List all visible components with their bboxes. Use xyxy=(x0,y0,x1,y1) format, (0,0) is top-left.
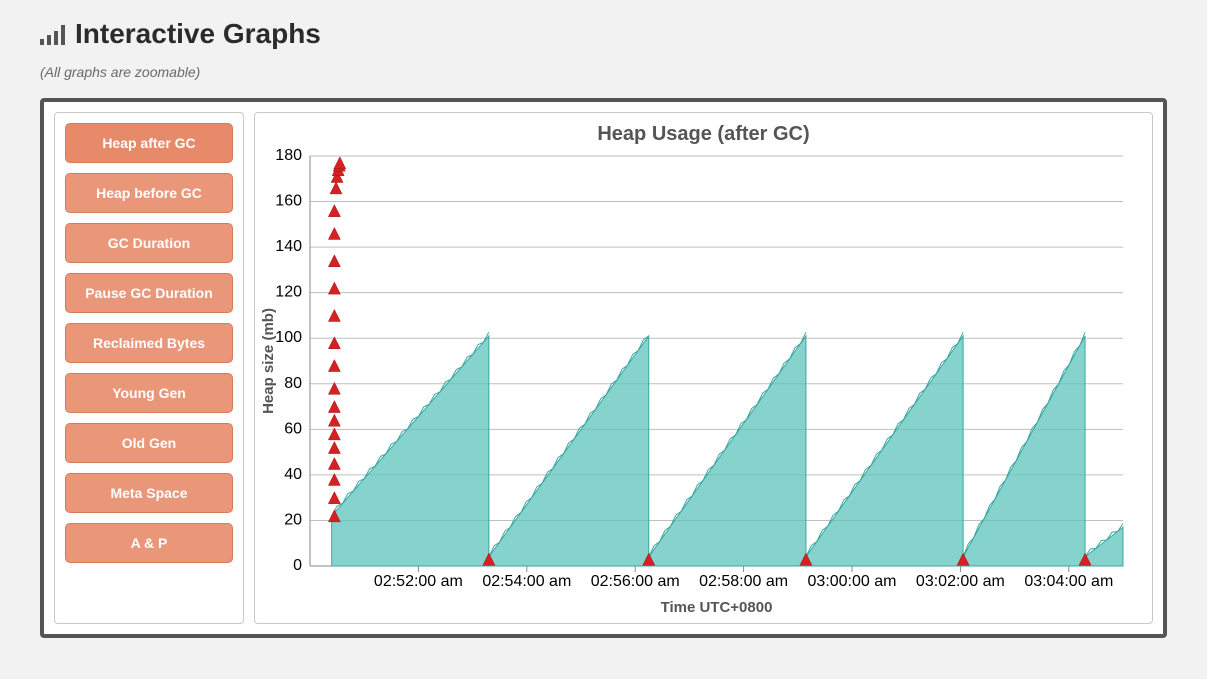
x-axis-label: Time UTC+0800 xyxy=(661,599,773,616)
sidebar-item-label: Heap after GC xyxy=(102,135,195,151)
sidebar-item-old-gen[interactable]: Old Gen xyxy=(65,423,233,463)
y-tick-label: 160 xyxy=(275,193,302,210)
chart-area[interactable]: Heap Usage (after GC) 0 20 40 60 80 100 120 140… xyxy=(254,112,1153,624)
sidebar-item-pause-gc-duration[interactable]: Pause GC Duration xyxy=(65,273,233,313)
x-tick-label: 03:04:00 am xyxy=(1024,573,1113,590)
page-title: Interactive Graphs xyxy=(75,18,321,50)
page-subtitle: (All graphs are zoomable) xyxy=(40,64,1167,80)
y-tick-label: 180 xyxy=(275,147,302,164)
x-tick-label: 02:52:00 am xyxy=(374,573,463,590)
sidebar-item-label: Heap before GC xyxy=(96,185,202,201)
y-tick-label: 40 xyxy=(284,466,302,483)
chart-svg[interactable]: 0 20 40 60 80 100 120 140 160 180 02:52:00 am 02:54… xyxy=(255,146,1135,624)
sidebar-item-label: Old Gen xyxy=(122,435,176,451)
x-tick-label: 02:56:00 am xyxy=(591,573,680,590)
triangle-marker xyxy=(328,492,340,504)
x-tick-label: 02:54:00 am xyxy=(482,573,571,590)
y-tick-label: 100 xyxy=(275,329,302,346)
y-tick-label: 20 xyxy=(284,511,302,528)
triangle-marker xyxy=(328,401,340,413)
y-tick-label: 80 xyxy=(284,375,302,392)
x-tick-label: 03:02:00 am xyxy=(916,573,1005,590)
sidebar-item-gc-duration[interactable]: GC Duration xyxy=(65,223,233,263)
bar-chart-icon xyxy=(40,23,65,45)
heap-area-series xyxy=(332,336,1123,566)
triangle-marker xyxy=(330,182,342,194)
sidebar-item-label: GC Duration xyxy=(108,235,190,251)
sidebar-item-a-p[interactable]: A & P xyxy=(65,523,233,563)
y-tick-label: 140 xyxy=(275,238,302,255)
sidebar-item-label: Pause GC Duration xyxy=(85,285,213,301)
sidebar-item-reclaimed-bytes[interactable]: Reclaimed Bytes xyxy=(65,323,233,363)
triangle-marker xyxy=(328,458,340,470)
triangle-marker xyxy=(328,255,340,267)
triangle-marker xyxy=(328,227,340,239)
triangle-marker xyxy=(328,414,340,426)
chart-selector-sidebar: Heap after GC Heap before GC GC Duration Pa… xyxy=(54,112,244,624)
chart-title: Heap Usage (after GC) xyxy=(255,123,1152,146)
triangle-marker xyxy=(334,157,346,169)
sidebar-item-meta-space[interactable]: Meta Space xyxy=(65,473,233,513)
graphs-panel: Heap after GC Heap before GC GC Duration Pa… xyxy=(40,98,1167,638)
y-tick-label: 0 xyxy=(293,557,302,574)
triangle-marker xyxy=(328,309,340,321)
triangle-marker xyxy=(328,442,340,454)
sidebar-item-heap-after-gc[interactable]: Heap after GC xyxy=(65,123,233,163)
triangle-marker xyxy=(328,205,340,217)
x-tick-label: 02:58:00 am xyxy=(699,573,788,590)
x-tick-label: 03:00:00 am xyxy=(808,573,897,590)
sidebar-item-young-gen[interactable]: Young Gen xyxy=(65,373,233,413)
y-tick-label: 60 xyxy=(284,420,302,437)
y-tick-label: 120 xyxy=(275,284,302,301)
sidebar-item-label: Reclaimed Bytes xyxy=(93,335,205,351)
triangle-marker xyxy=(328,360,340,372)
y-axis-label: Heap size (mb) xyxy=(260,308,277,414)
sidebar-item-label: Meta Space xyxy=(110,485,187,501)
sidebar-item-heap-before-gc[interactable]: Heap before GC xyxy=(65,173,233,213)
sidebar-item-label: A & P xyxy=(131,535,168,551)
sidebar-item-label: Young Gen xyxy=(112,385,186,401)
triangle-marker xyxy=(328,282,340,294)
